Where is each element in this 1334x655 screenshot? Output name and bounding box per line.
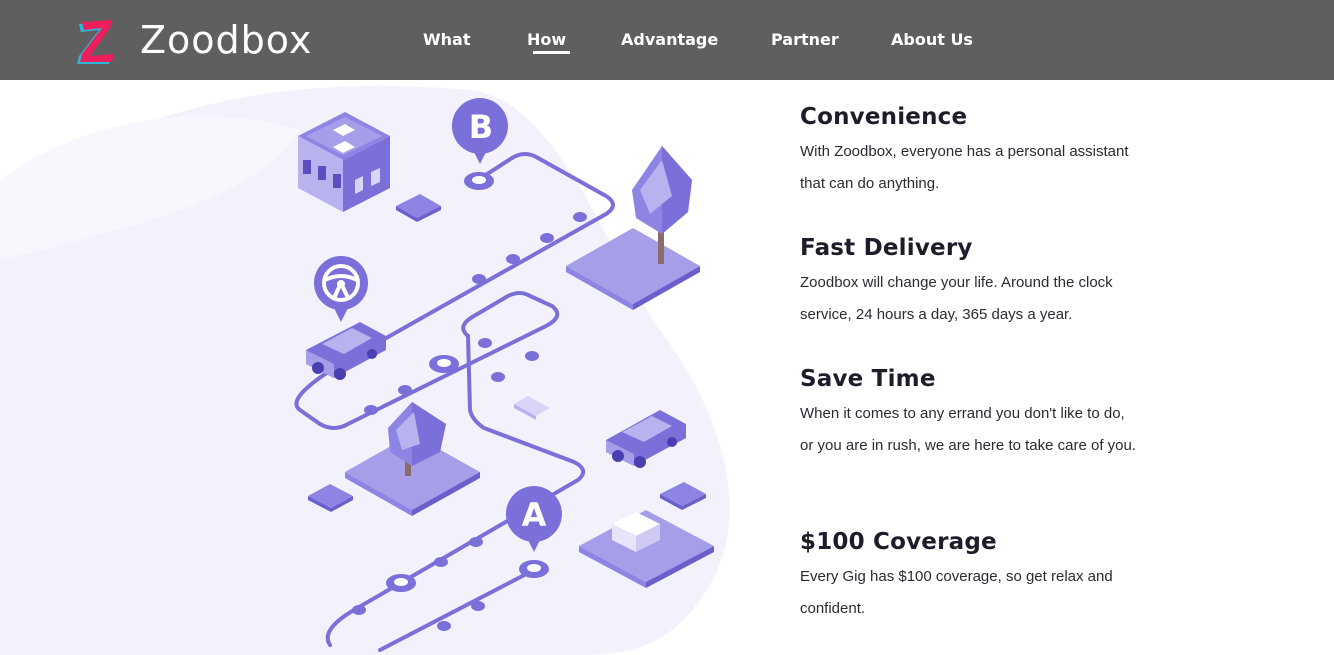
feature-title: Save Time — [800, 366, 936, 392]
nav-item-how[interactable]: How — [527, 30, 571, 54]
feature-text: Zoodbox will change your life. Around th… — [800, 274, 1113, 323]
brand-logo[interactable]: Zoodbox — [76, 14, 312, 66]
feature-title: Convenience — [800, 104, 968, 130]
pin-b-label: B — [469, 108, 493, 146]
feature-save-time: Save Time When it comes to any errand yo… — [800, 366, 1140, 462]
delivery-route-illustration: B A — [0, 85, 730, 655]
feature-fast-delivery: Fast Delivery Zoodbox will change your l… — [800, 235, 1140, 331]
nav-item-partner[interactable]: Partner — [771, 30, 839, 49]
nav-item-what[interactable]: What — [423, 30, 470, 49]
feature-coverage: $100 Coverage Every Gig has $100 coverag… — [800, 529, 1140, 625]
feature-convenience: Convenience With Zoodbox, everyone has a… — [800, 104, 1140, 200]
feature-title: $100 Coverage — [800, 529, 997, 555]
top-navbar: Zoodbox What How Advantage Partner About… — [0, 0, 1334, 80]
zoodbox-logo-icon — [77, 20, 114, 64]
brand-name: Zoodbox — [140, 18, 313, 62]
feature-text: With Zoodbox, everyone has a personal as… — [800, 143, 1129, 192]
feature-title: Fast Delivery — [800, 235, 973, 261]
pin-a-label: A — [522, 496, 547, 534]
feature-text: Every Gig has $100 coverage, so get rela… — [800, 568, 1113, 617]
feature-text: When it comes to any errand you don't li… — [800, 405, 1137, 454]
nav-item-about-us[interactable]: About Us — [891, 30, 973, 49]
nav-item-advantage[interactable]: Advantage — [621, 30, 718, 49]
